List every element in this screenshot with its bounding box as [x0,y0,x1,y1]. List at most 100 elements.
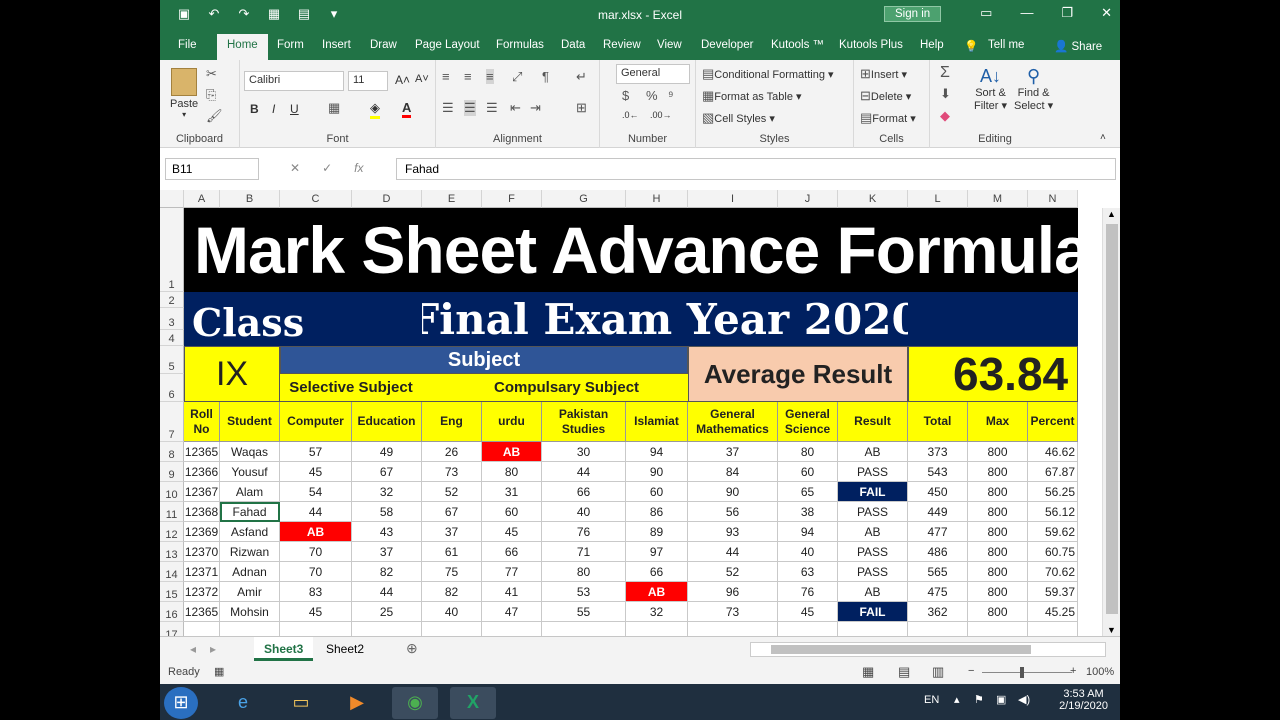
tab-developer[interactable]: Developer [701,39,753,51]
cell-urdu[interactable]: 77 [482,562,542,582]
column-header-h[interactable]: H [626,190,688,208]
row-header-3[interactable]: 3 [160,308,184,330]
tab-help[interactable]: Help [920,39,944,51]
cell-student[interactable]: Alam [220,482,280,502]
tell-me-search[interactable]: Tell me [988,39,1024,51]
cell-eng[interactable]: 40 [422,602,482,622]
row-header-16[interactable]: 16 [160,602,184,622]
cell-eng[interactable]: 52 [422,482,482,502]
zoom-in-icon[interactable]: + [1070,665,1076,677]
cell-eng[interactable]: 61 [422,542,482,562]
zoom-slider-thumb[interactable] [1020,667,1024,678]
cell-education[interactable]: 67 [352,462,422,482]
increase-decimal-icon[interactable]: .0← [622,110,639,120]
header-roll-no[interactable]: Roll No [184,402,220,442]
tab-home[interactable]: Home [217,34,268,60]
sheet-title[interactable]: Mark Sheet Advance Formula [184,208,1078,292]
cell-urdu[interactable]: 60 [482,502,542,522]
cell-urdu[interactable]: 80 [482,462,542,482]
cell-general-mathematics[interactable]: 52 [688,562,778,582]
minimize-icon[interactable]: — [1020,5,1033,21]
vertical-scrollbar[interactable]: ▲ ▼ [1102,208,1120,636]
row-header-11[interactable]: 11 [160,502,184,522]
cell-islamiat[interactable]: AB [626,582,688,602]
cell-urdu[interactable]: 66 [482,542,542,562]
bottom-align-icon[interactable]: ≡ [486,69,494,84]
network-icon[interactable]: ▣ [996,693,1006,706]
cell-education[interactable]: 43 [352,522,422,542]
cell-urdu[interactable]: 47 [482,602,542,622]
scroll-down-icon[interactable]: ▼ [1107,625,1116,635]
restore-icon[interactable]: ❐ [1061,5,1073,21]
cell-general-mathematics[interactable]: 90 [688,482,778,502]
cell-student[interactable]: Adnan [220,562,280,582]
cell-percent[interactable]: 67.87 [1028,462,1078,482]
cell-eng[interactable]: 73 [422,462,482,482]
tab-data[interactable]: Data [561,39,585,51]
chrome-icon[interactable]: ◉ [392,687,438,719]
tab-form[interactable]: Form [277,39,304,51]
class-value[interactable]: IX [184,346,280,402]
autosum-icon[interactable]: Σ [940,64,950,82]
cell-percent[interactable]: 56.12 [1028,502,1078,522]
cell-general-mathematics[interactable]: 84 [688,462,778,482]
subject-header[interactable]: Subject [280,346,688,374]
cell-percent[interactable]: 59.62 [1028,522,1078,542]
tab-insert[interactable]: Insert [322,39,351,51]
cell-pakistan-studies[interactable]: 40 [542,502,626,522]
language-indicator[interactable]: EN [924,694,939,706]
column-header-k[interactable]: K [838,190,908,208]
column-header-e[interactable]: E [422,190,482,208]
cell-computer[interactable]: 45 [280,462,352,482]
cell-roll-no[interactable]: 12372 [184,582,220,602]
cell-general-mathematics[interactable]: 56 [688,502,778,522]
cell-general-science[interactable]: 40 [778,542,838,562]
cell-islamiat[interactable]: 90 [626,462,688,482]
cell-general-science[interactable]: 38 [778,502,838,522]
cell-max[interactable]: 800 [968,522,1028,542]
formula-input[interactable]: Fahad [396,158,1116,180]
cell-result[interactable]: PASS [838,462,908,482]
cell-percent[interactable]: 59.37 [1028,582,1078,602]
average-result-label[interactable]: Average Result [688,346,908,402]
row-header-12[interactable]: 12 [160,522,184,542]
font-color-icon[interactable]: A [402,100,412,118]
cell-islamiat[interactable]: 66 [626,562,688,582]
delete-cells-button[interactable]: ⊟ Delete ▾ [860,88,911,104]
cell-eng[interactable]: 82 [422,582,482,602]
cell-pakistan-studies[interactable]: 55 [542,602,626,622]
header-max[interactable]: Max [968,402,1028,442]
cell-max[interactable]: 800 [968,542,1028,562]
average-result-value[interactable]: 63.84 [908,346,1078,402]
align-right-icon[interactable]: ☰ [486,100,498,116]
cell-student[interactable]: Waqas [220,442,280,462]
normal-view-icon[interactable]: ▦ [862,664,874,680]
bold-icon[interactable]: B [250,102,259,116]
horizontal-scrollbar[interactable] [750,642,1106,657]
selective-subject-header[interactable]: Selective Subject [280,374,422,402]
wrap-text-icon[interactable]: ↵ [576,69,587,85]
row-header-2[interactable]: 2 [160,292,184,308]
cell-roll-no[interactable]: 12367 [184,482,220,502]
orientation-icon[interactable]: ⤢ [512,69,522,85]
tab-review[interactable]: Review [603,39,641,51]
decrease-decimal-icon[interactable]: .00→ [650,110,672,120]
header-student[interactable]: Student [220,402,280,442]
cell-eng[interactable]: 26 [422,442,482,462]
cell-general-mathematics[interactable]: 44 [688,542,778,562]
cell-education[interactable]: 25 [352,602,422,622]
tab-kutools-plus[interactable]: Kutools Plus [839,39,903,51]
cell-education[interactable]: 58 [352,502,422,522]
page-break-view-icon[interactable]: ▥ [932,664,944,680]
header-total[interactable]: Total [908,402,968,442]
column-header-d[interactable]: D [352,190,422,208]
cell-total[interactable]: 543 [908,462,968,482]
row-header-6[interactable]: 6 [160,374,184,402]
cell-pakistan-studies[interactable]: 30 [542,442,626,462]
ribbon-display-icon[interactable]: ▭ [980,5,992,21]
header-result[interactable]: Result [838,402,908,442]
cell-general-mathematics[interactable]: 96 [688,582,778,602]
cell-general-mathematics[interactable]: 73 [688,602,778,622]
cell-pakistan-studies[interactable]: 71 [542,542,626,562]
start-orb-icon[interactable]: ⊞ [164,687,198,719]
